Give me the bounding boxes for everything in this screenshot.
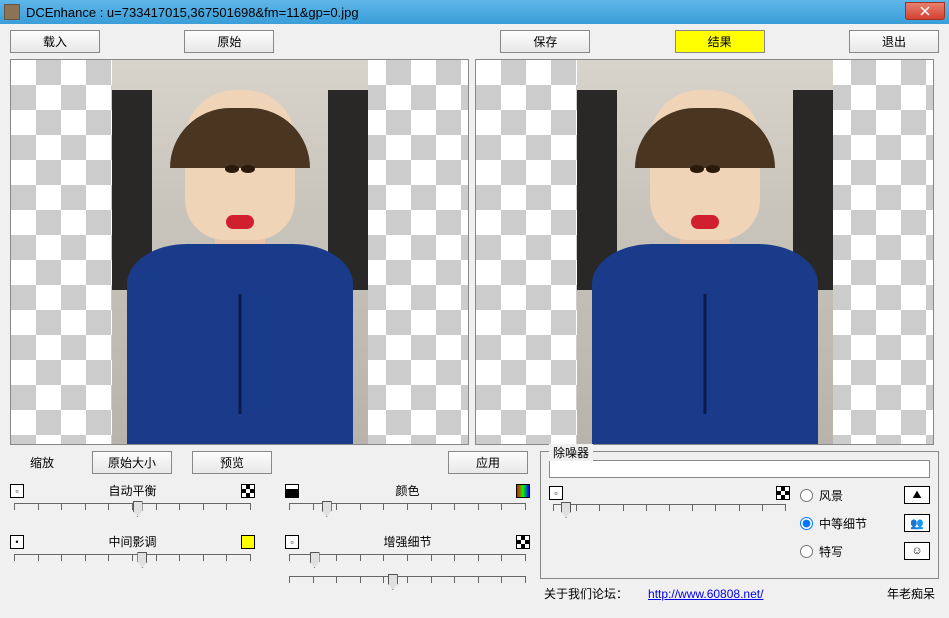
apply-button[interactable]: 应用 [448, 451, 528, 474]
footer-row: 关于我们论坛： http://www.60808.net/ 年老痴呆 [540, 583, 939, 604]
result-image-panel[interactable] [475, 59, 934, 445]
checker-icon[interactable] [241, 484, 255, 498]
right-panel: 除噪器 ▫ [540, 451, 939, 604]
auto-balance-slider[interactable] [10, 501, 255, 521]
auto-balance-label: 自动平衡 [34, 482, 231, 499]
zoom-row: 缩放 原始大小 预览 应用 [10, 451, 530, 474]
radio-landscape[interactable] [800, 489, 813, 502]
save-button[interactable]: 保存 [500, 30, 590, 53]
square-icon[interactable]: ▫ [10, 484, 24, 498]
radio-closeup[interactable] [800, 545, 813, 558]
content-area: 载入 原始 保存 结果 退出 [0, 24, 949, 610]
app-icon [4, 4, 20, 20]
original-size-button[interactable]: 原始大小 [92, 451, 172, 474]
checker-icon-3[interactable] [776, 486, 790, 500]
square-icon-2[interactable]: ▫ [285, 535, 299, 549]
gradient-icon[interactable] [285, 484, 299, 498]
enhance-detail-block: ▫ 增强细节 [285, 533, 530, 594]
enhance-detail-slider[interactable] [285, 552, 530, 572]
exit-button[interactable]: 退出 [849, 30, 939, 53]
auto-balance-block: ▫ 自动平衡 [10, 482, 255, 521]
enhance-detail-slider-2[interactable] [285, 574, 530, 594]
forum-link[interactable]: http://www.60808.net/ [648, 587, 763, 601]
noise-slider[interactable] [549, 502, 790, 522]
checker-icon-2[interactable] [516, 535, 530, 549]
titlebar: DCEnhance : u=733417015,367501698&fm=11&… [0, 0, 949, 24]
enhance-detail-label: 增强细节 [309, 533, 506, 550]
radio-medium-detail[interactable] [800, 517, 813, 530]
color-slider[interactable] [285, 501, 530, 521]
original-button[interactable]: 原始 [184, 30, 274, 53]
midtones-slider[interactable] [10, 552, 255, 572]
color-block: 颜色 [285, 482, 530, 521]
midtones-label: 中间影调 [34, 533, 231, 550]
denoiser-legend: 除噪器 [549, 444, 593, 461]
denoiser-fieldset: 除噪器 ▫ [540, 451, 939, 579]
left-controls: 缩放 原始大小 预览 应用 ▫ 自动平衡 [10, 451, 530, 604]
preview-button[interactable]: 预览 [192, 451, 272, 474]
detail-radio-group: 风景 ⛰ 中等细节 👥 特写 [800, 486, 930, 570]
images-row [10, 59, 939, 445]
close-icon [920, 6, 930, 16]
landscape-icon: ⛰ [904, 486, 930, 504]
yellow-icon[interactable] [241, 535, 255, 549]
slider-columns: ▫ 自动平衡 中间影调 [10, 482, 530, 598]
radio-landscape-label: 风景 [819, 487, 843, 504]
radio-landscape-row[interactable]: 风景 ⛰ [800, 486, 930, 504]
color-label: 颜色 [309, 482, 506, 499]
close-button[interactable] [905, 2, 945, 20]
top-button-row: 载入 原始 保存 结果 退出 [10, 30, 939, 53]
zoom-label: 缩放 [12, 454, 72, 471]
midtones-block: 中间影调 [10, 533, 255, 572]
denoiser-input[interactable] [549, 460, 930, 478]
left-slider-col: ▫ 自动平衡 中间影调 [10, 482, 255, 598]
original-image-panel[interactable] [10, 59, 469, 445]
square-icon-3[interactable]: ▫ [549, 486, 563, 500]
radio-closeup-row[interactable]: 特写 ☺ [800, 542, 930, 560]
face-icon: ☺ [904, 542, 930, 560]
titlebar-text: DCEnhance : u=733417015,367501698&fm=11&… [26, 5, 905, 20]
result-button[interactable]: 结果 [675, 30, 765, 53]
forum-label: 关于我们论坛： [544, 585, 628, 602]
right-slider-col: 颜色 ▫ 增强细节 [285, 482, 530, 598]
radio-medium-row[interactable]: 中等细节 👥 [800, 514, 930, 532]
noise-slider-area: ▫ [549, 486, 790, 522]
radio-medium-label: 中等细节 [819, 515, 867, 532]
author-label: 年老痴呆 [887, 585, 935, 602]
rainbow-icon[interactable] [516, 484, 530, 498]
result-image [577, 60, 833, 444]
load-button[interactable]: 载入 [10, 30, 100, 53]
lower-area: 缩放 原始大小 预览 应用 ▫ 自动平衡 [10, 451, 939, 604]
people-icon: 👥 [904, 514, 930, 532]
original-image [112, 60, 368, 444]
dot-icon[interactable] [10, 535, 24, 549]
radio-closeup-label: 特写 [819, 543, 843, 560]
